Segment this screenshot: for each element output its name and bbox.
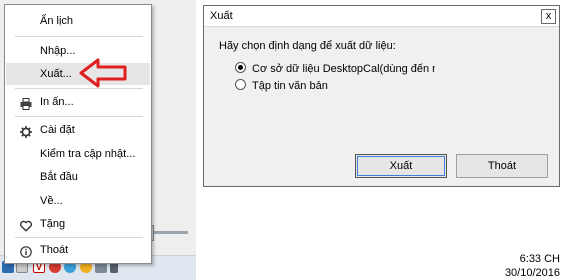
menu-item-exit[interactable]: Thoát (6, 239, 150, 261)
menu-item-settings[interactable]: Cài đặt (6, 119, 150, 141)
export-button[interactable]: Xuất (355, 154, 447, 178)
menu-item-label: Ẩn lịch (40, 15, 74, 27)
printer-icon (20, 96, 32, 110)
option-desktopcal-database[interactable]: Cơ sở dữ liệu DesktopCal(dùng đến nhập k… (235, 62, 435, 76)
menu-item-donate[interactable]: Tặng (6, 213, 150, 235)
option-label: Tập tin văn bản (252, 80, 328, 92)
menu-item-label: Cài đặt (40, 124, 75, 136)
close-button[interactable]: x (541, 9, 556, 24)
clock-date[interactable]: 30/10/2016 (505, 267, 560, 279)
export-options: Cơ sở dữ liệu DesktopCal(dùng đến nhập k… (235, 62, 435, 94)
option-text-file[interactable]: Tập tin văn bản (235, 79, 328, 93)
info-icon (20, 244, 32, 258)
menu-item-label: Thoát (40, 244, 69, 256)
menu-item-label: Nhập... (40, 45, 76, 57)
menu-item-print[interactable]: In ấn... (6, 91, 150, 113)
menu-item-about[interactable]: Về... (6, 190, 150, 212)
menu-item-autostart[interactable]: Bắt đầu (6, 166, 150, 188)
dialog-prompt: Hãy chọn định dạng để xuất dữ liệu: (219, 40, 396, 52)
menu-item-label: Kiểm tra cập nhật... (40, 148, 136, 160)
option-label: Cơ sở dữ liệu DesktopCal(dùng đến nhập k… (252, 63, 435, 75)
context-menu: Ẩn lịch Nhập... Xuất... In ấn... Cài đặt… (4, 4, 152, 264)
menu-item-check-updates[interactable]: Kiểm tra cập nhật... (6, 143, 150, 165)
menu-item-label: Tặng (40, 218, 66, 230)
red-arrow-icon (79, 58, 127, 88)
radio-button-checked[interactable] (235, 62, 246, 73)
menu-separator (15, 116, 143, 117)
gear-icon (20, 124, 32, 138)
menu-item-label: Xuất... (40, 68, 72, 80)
menu-item-hide-calendar[interactable]: Ẩn lịch (6, 10, 150, 32)
exit-button[interactable]: Thoát (456, 154, 548, 178)
menu-item-label: Về... (40, 195, 63, 207)
menu-item-label: In ấn... (40, 96, 74, 108)
menu-separator (15, 237, 143, 238)
dialog-title: Xuất (210, 10, 233, 22)
radio-button[interactable] (235, 79, 246, 90)
export-dialog: Xuất x Hãy chọn định dạng để xuất dữ liệ… (203, 5, 560, 187)
heart-icon (20, 218, 32, 232)
menu-separator (15, 36, 143, 37)
slider-track[interactable] (150, 231, 188, 234)
dialog-titlebar[interactable]: Xuất x (204, 6, 559, 27)
menu-item-label: Bắt đầu (40, 171, 78, 183)
clock-time[interactable]: 6:33 CH (520, 253, 560, 265)
